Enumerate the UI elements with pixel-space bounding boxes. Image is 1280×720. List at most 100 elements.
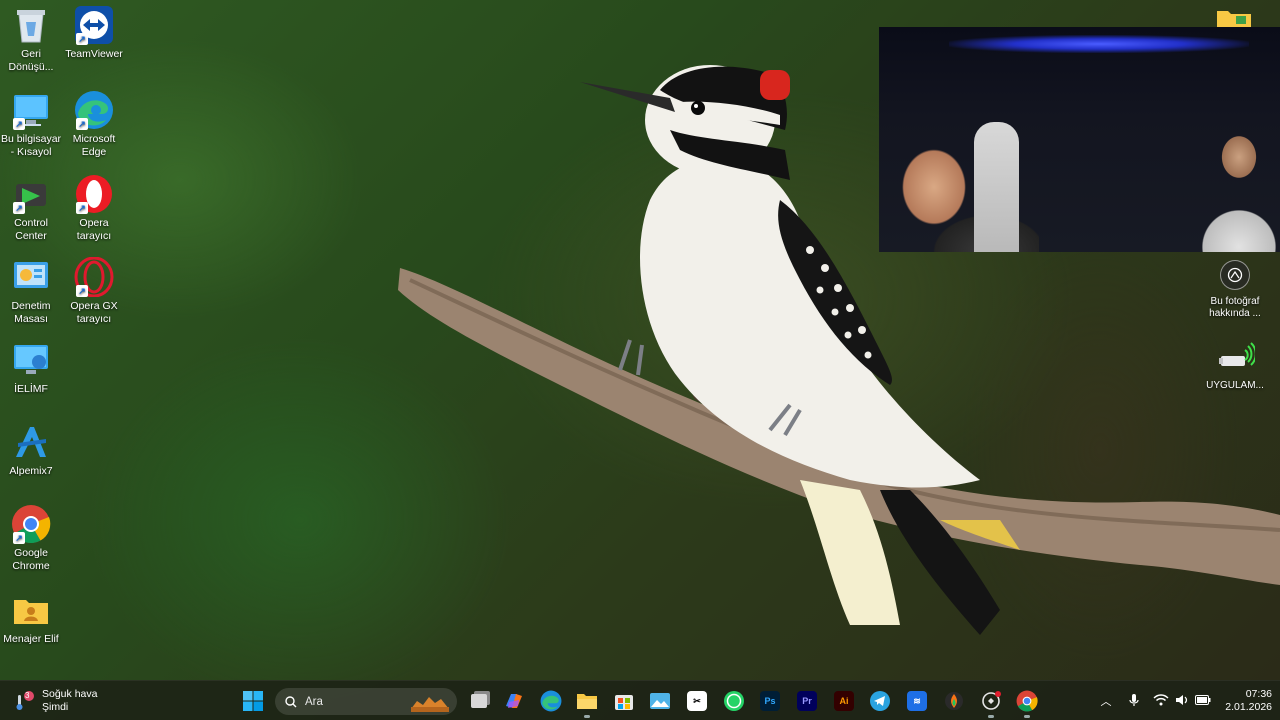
taskbar-dark-app[interactable] [977,687,1005,718]
shortcut-arrow-icon: ↗ [13,202,25,214]
taskbar-flame-app[interactable] [940,687,968,715]
shortcut-arrow-icon: ↗ [76,285,88,297]
taskbar-chrome[interactable] [1013,687,1041,718]
chrome-icon [1016,690,1038,712]
folder-icon[interactable] [1216,8,1252,28]
shortcut-arrow-icon: ↗ [13,118,25,130]
webcam-hood [974,122,1019,252]
recycle-bin-label: Geri Dönüşü... [8,48,54,73]
task-view-icon [471,694,487,708]
computer-icon: ↗ [11,90,51,130]
taskbar-task-view[interactable] [465,687,493,715]
desktop-icon-opera[interactable]: ↗ Opera tarayıcı [59,174,129,243]
volume-icon[interactable] [1172,694,1192,709]
taskbar-capcut[interactable]: ✂ [683,687,711,715]
taskbar-whatsapp[interactable] [720,687,748,715]
running-indicator [1024,715,1030,718]
flame-app-icon [945,692,963,710]
telegram-icon [870,691,890,711]
copilot-icon [506,694,522,708]
blue-app-icon: ≋ [907,691,927,711]
shortcut-arrow-icon: ↗ [76,118,88,130]
ceiling-light [949,35,1249,53]
ielimf-label: İELİMF [14,383,48,395]
webcam-person-right [1194,117,1280,252]
edge-icon: ↗ [74,90,114,130]
capcut-icon: ✂ [687,691,707,711]
photos-icon [650,693,670,709]
chrome-icon: ↗ [11,504,51,544]
search-icon [285,695,297,707]
microphone-icon[interactable] [1122,693,1146,710]
search-highlight-icon [411,697,449,712]
taskbar-photos[interactable] [646,687,674,715]
search-placeholder: Ara [305,695,323,708]
system-tray: ︿ [1096,681,1214,720]
desktop-icon-menajer-elif[interactable]: Menajer Elif [0,590,66,646]
taskbar-illustrator[interactable]: Ai [830,687,858,715]
teamviewer-label: TeamViewer [65,48,123,60]
weather-badge: 3 [25,691,30,700]
control-panel-icon [11,257,51,297]
control-center-label: Control Center [14,217,48,242]
recycle-bin-icon [11,5,51,45]
running-indicator [988,715,994,718]
folder-icon [577,694,597,709]
taskbar-edge[interactable] [537,687,565,715]
taskbar: 3 Soğuk hava Şimdi Ara ✂ Ps Pr Ai ≋ ︿ 07… [0,680,1280,720]
alpemix-label: Alpemix7 [9,465,53,477]
weather-title: Soğuk hava [42,688,98,700]
desktop-icon-opera-gx[interactable]: ↗ Opera GX tarayıcı [59,257,129,326]
premiere-icon: Pr [797,691,817,711]
opera-icon: ↗ [74,174,114,214]
photoshop-icon: Ps [760,691,780,711]
uygulama-label: UYGULAM... [1206,380,1264,391]
store-icon [615,695,633,710]
desktop-icon-control-panel[interactable]: Denetim Masası [0,257,66,326]
desktop-icon-alpemix[interactable]: Alpemix7 [0,422,66,478]
wifi-icon[interactable] [1150,693,1172,709]
chevron-up-icon[interactable]: ︿ [1096,693,1116,709]
camera-info-icon [1220,260,1250,290]
desktop-icon-recycle-bin[interactable]: Geri Dönüşü... [0,5,66,74]
wireless-usb-icon [1215,340,1257,374]
taskbar-telegram[interactable] [866,687,894,715]
weather-subtitle: Şimdi [42,701,69,713]
taskbar-copilot[interactable] [500,687,528,715]
desktop-icon-uygulama[interactable]: UYGULAM... [1200,340,1270,392]
desktop-icon-teamviewer[interactable]: ↗ TeamViewer [59,5,129,61]
running-indicator [584,715,590,718]
battery-icon[interactable] [1192,694,1214,708]
taskbar-premiere[interactable]: Pr [793,687,821,715]
taskbar-search[interactable]: Ara [275,688,457,715]
opera-gx-label: Opera GX tarayıcı [70,300,118,325]
folder-user-icon [11,590,51,630]
control-panel-label: Denetim Masası [11,300,51,325]
clock-date: 2.01.2026 [1225,701,1272,713]
desktop-icon-chrome[interactable]: ↗ Google Chrome [0,504,66,573]
desktop-icon-ielimf[interactable]: İELİMF [0,340,66,396]
taskbar-blue-app[interactable]: ≋ [903,687,931,715]
start-button[interactable] [239,687,267,715]
taskbar-photoshop[interactable]: Ps [756,687,784,715]
whatsapp-icon [724,691,744,711]
desktop-icon-control-center[interactable]: ↗ Control Center [0,174,66,243]
edge-icon [540,690,562,712]
menajer-elif-label: Menajer Elif [3,633,59,645]
teamviewer-icon: ↗ [74,5,114,45]
desktop-icon-edge[interactable]: ↗ Microsoft Edge [59,90,129,159]
taskbar-file-explorer[interactable] [573,687,601,718]
dark-app-icon [982,691,1001,710]
taskbar-store[interactable] [610,687,638,715]
windows-icon [243,691,263,711]
network-computer-icon [11,340,51,380]
taskbar-clock[interactable]: 07:36 2.01.2026 [1216,688,1272,714]
edge-label: Microsoft Edge [72,133,116,158]
about-photo-label: Bu fotoğraf hakkında ... [1209,296,1261,319]
weather-widget[interactable]: 3 Soğuk hava Şimdi [14,687,97,715]
chrome-label: Google Chrome [12,547,50,572]
this-pc-label: Bu bilgisayar - Kısayol [0,133,62,158]
desktop-icon-this-pc[interactable]: ↗ Bu bilgisayar - Kısayol [0,90,66,159]
shortcut-arrow-icon: ↗ [76,202,88,214]
desktop-icon-about-photo[interactable]: Bu fotoğraf hakkında ... [1200,260,1270,320]
